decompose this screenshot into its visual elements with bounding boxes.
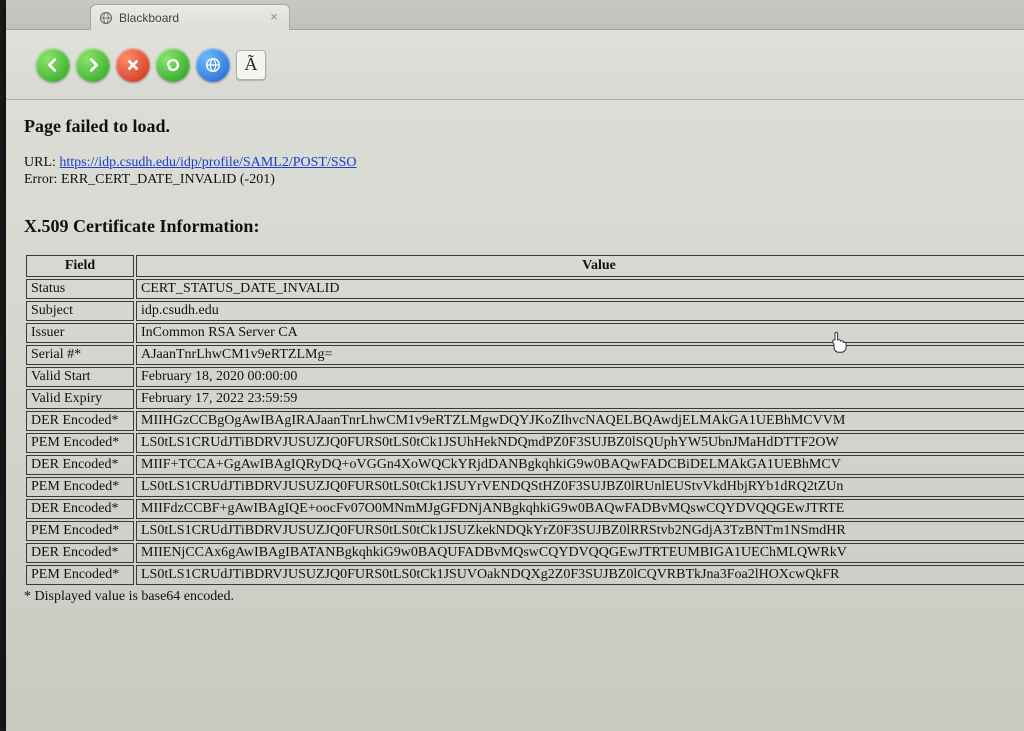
- cell-value: February 17, 2022 23:59:59: [136, 389, 1024, 409]
- refresh-icon: [164, 56, 182, 74]
- cell-field: PEM Encoded*: [26, 433, 134, 453]
- cell-value: LS0tLS1CRUdJTiBDRVJUSUZJQ0FURS0tLS0tCk1J…: [136, 521, 1024, 541]
- back-button[interactable]: [36, 48, 70, 82]
- table-row: PEM Encoded*LS0tLS1CRUdJTiBDRVJUSUZJQ0FU…: [26, 521, 1024, 541]
- th-value: Value: [136, 255, 1024, 277]
- cell-field: Subject: [26, 301, 134, 321]
- toolbar: Ã: [6, 30, 1024, 100]
- cell-field: DER Encoded*: [26, 411, 134, 431]
- cell-value: MIIHGzCCBgOgAwIBAgIRAJaanTnrLhwCM1v9eRTZ…: [136, 411, 1024, 431]
- error-line: Error: ERR_CERT_DATE_INVALID (-201): [24, 172, 1006, 188]
- tab-blackboard[interactable]: Blackboard ×: [90, 4, 290, 30]
- page-content: Page failed to load. URL: https://idp.cs…: [6, 100, 1024, 731]
- tab-title: Blackboard: [119, 11, 179, 25]
- cell-value: MIIENjCCAx6gAwIBAgIBATANBgkqhkiG9w0BAQUF…: [136, 543, 1024, 563]
- th-field: Field: [26, 255, 134, 277]
- error-label: Error:: [24, 172, 57, 187]
- table-row: PEM Encoded*LS0tLS1CRUdJTiBDRVJUSUZJQ0FU…: [26, 565, 1024, 585]
- table-row: PEM Encoded*LS0tLS1CRUdJTiBDRVJUSUZJQ0FU…: [26, 477, 1024, 497]
- cell-value: LS0tLS1CRUdJTiBDRVJUSUZJQ0FURS0tLS0tCk1J…: [136, 477, 1024, 497]
- close-icon: [124, 56, 142, 74]
- globe-icon: [99, 11, 113, 25]
- cert-info-heading: X.509 Certificate Information:: [24, 216, 1006, 237]
- cell-value: idp.csudh.edu: [136, 301, 1024, 321]
- table-row: StatusCERT_STATUS_DATE_INVALID: [26, 279, 1024, 299]
- cell-value: February 18, 2020 00:00:00: [136, 367, 1024, 387]
- table-row: Serial #*AJaanTnrLhwCM1v9eRTZLMg=: [26, 345, 1024, 365]
- cell-field: PEM Encoded*: [26, 477, 134, 497]
- error-value: ERR_CERT_DATE_INVALID (-201): [61, 172, 275, 187]
- cell-field: PEM Encoded*: [26, 521, 134, 541]
- cell-field: DER Encoded*: [26, 499, 134, 519]
- table-header-row: Field Value: [26, 255, 1024, 277]
- tab-close-icon[interactable]: ×: [267, 10, 281, 24]
- url-line: URL: https://idp.csudh.edu/idp/profile/S…: [24, 155, 1006, 171]
- table-row: Valid ExpiryFebruary 17, 2022 23:59:59: [26, 389, 1024, 409]
- forward-button[interactable]: [76, 48, 110, 82]
- font-button-label: Ã: [245, 54, 258, 75]
- home-button[interactable]: [196, 48, 230, 82]
- cert-table: Field Value StatusCERT_STATUS_DATE_INVAL…: [24, 253, 1024, 587]
- stop-button[interactable]: [116, 48, 150, 82]
- cell-field: PEM Encoded*: [26, 565, 134, 585]
- cell-value: LS0tLS1CRUdJTiBDRVJUSUZJQ0FURS0tLS0tCk1J…: [136, 565, 1024, 585]
- cell-field: Status: [26, 279, 134, 299]
- cell-value: LS0tLS1CRUdJTiBDRVJUSUZJQ0FURS0tLS0tCk1J…: [136, 433, 1024, 453]
- cell-value: MIIF+TCCA+GgAwIBAgIQRyDQ+oVGGn4XoWQCkYRj…: [136, 455, 1024, 475]
- tab-strip: Blackboard ×: [6, 0, 1024, 30]
- table-row: Subjectidp.csudh.edu: [26, 301, 1024, 321]
- cell-field: Serial #*: [26, 345, 134, 365]
- table-row: IssuerInCommon RSA Server CA: [26, 323, 1024, 343]
- arrow-right-icon: [84, 56, 102, 74]
- arrow-left-icon: [44, 56, 62, 74]
- cell-value: MIIFdzCCBF+gAwIBAgIQE+oocFv07O0MNmMJgGFD…: [136, 499, 1024, 519]
- cell-field: Valid Start: [26, 367, 134, 387]
- cell-field: DER Encoded*: [26, 543, 134, 563]
- url-link[interactable]: https://idp.csudh.edu/idp/profile/SAML2/…: [59, 155, 356, 170]
- cell-field: Issuer: [26, 323, 134, 343]
- refresh-button[interactable]: [156, 48, 190, 82]
- table-row: DER Encoded*MIIFdzCCBF+gAwIBAgIQE+oocFv0…: [26, 499, 1024, 519]
- page-title: Page failed to load.: [24, 116, 1006, 137]
- cell-field: DER Encoded*: [26, 455, 134, 475]
- cell-value: CERT_STATUS_DATE_INVALID: [136, 279, 1024, 299]
- world-icon: [204, 56, 222, 74]
- footnote: * Displayed value is base64 encoded.: [24, 589, 1006, 605]
- font-button[interactable]: Ã: [236, 50, 266, 80]
- table-row: PEM Encoded*LS0tLS1CRUdJTiBDRVJUSUZJQ0FU…: [26, 433, 1024, 453]
- table-row: Valid StartFebruary 18, 2020 00:00:00: [26, 367, 1024, 387]
- cell-field: Valid Expiry: [26, 389, 134, 409]
- table-row: DER Encoded*MIIHGzCCBgOgAwIBAgIRAJaanTnr…: [26, 411, 1024, 431]
- cell-value: InCommon RSA Server CA: [136, 323, 1024, 343]
- table-row: DER Encoded*MIIF+TCCA+GgAwIBAgIQRyDQ+oVG…: [26, 455, 1024, 475]
- table-row: DER Encoded*MIIENjCCAx6gAwIBAgIBATANBgkq…: [26, 543, 1024, 563]
- cell-value: AJaanTnrLhwCM1v9eRTZLMg=: [136, 345, 1024, 365]
- url-label: URL:: [24, 155, 56, 170]
- browser-window: Blackboard × Ã Page failed to load. URL:…: [6, 0, 1024, 731]
